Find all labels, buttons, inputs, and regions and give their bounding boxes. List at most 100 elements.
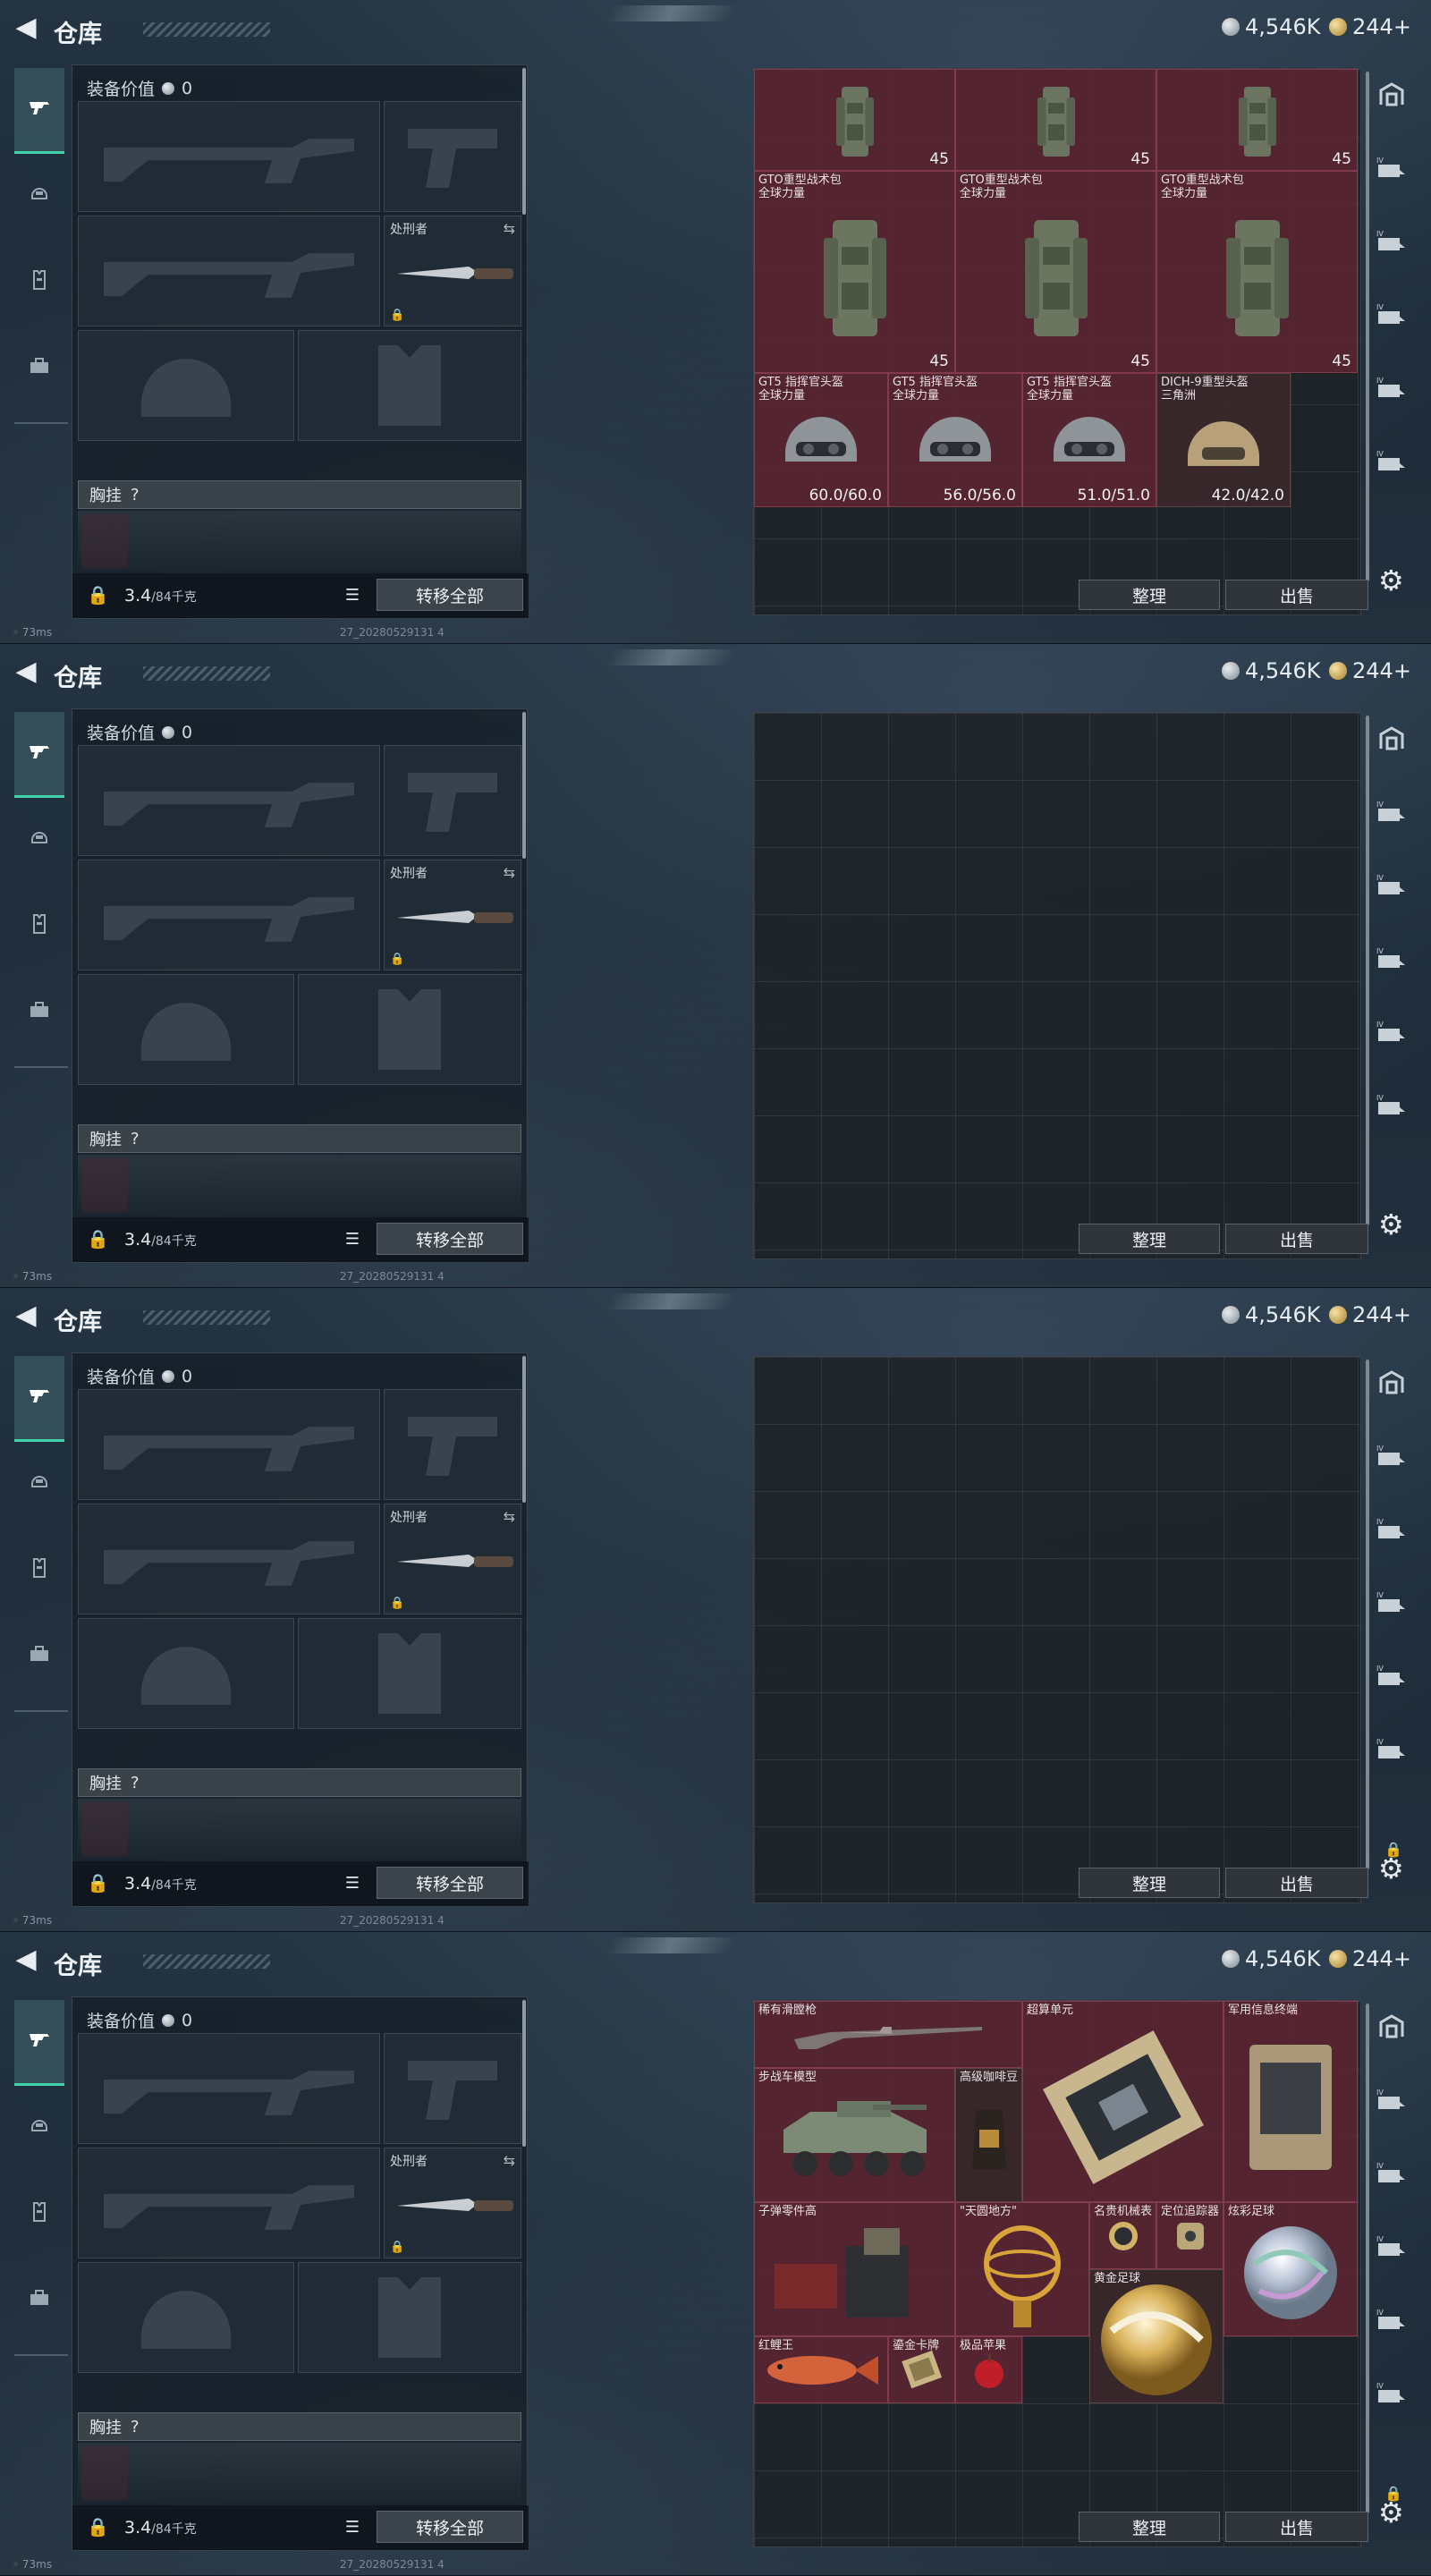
gear-icon[interactable]: ⚙	[1378, 564, 1404, 597]
tab-armor[interactable]	[14, 240, 64, 326]
rail-box-icon[interactable]: IV	[1374, 941, 1410, 977]
storage-item-fish[interactable]: 红鲤王	[754, 2336, 888, 2403]
rail-box-icon[interactable]: IV	[1374, 150, 1410, 186]
storage-item-tracker[interactable]: 定位追踪器	[1156, 2202, 1224, 2269]
rail-box-icon[interactable]: IV	[1374, 2376, 1410, 2411]
sell-button[interactable]: 出售	[1225, 2512, 1368, 2542]
pistol-slot[interactable]	[384, 101, 521, 212]
storage-item-sphere-gold[interactable]: "天圆地方"	[955, 2202, 1089, 2336]
storage-item-pack-top[interactable]: 45	[955, 69, 1156, 171]
silver-currency[interactable]: 4,546K	[1222, 14, 1320, 39]
sort-button[interactable]: 整理	[1079, 580, 1220, 610]
list-icon[interactable]: ☰	[339, 1226, 366, 1253]
rail-home-icon[interactable]	[1374, 721, 1410, 757]
primary-weapon-slot[interactable]	[78, 2033, 380, 2144]
rail-box-icon[interactable]: IV	[1374, 2302, 1410, 2338]
loadout-scrollbar[interactable]	[522, 1356, 526, 1503]
storage-item-rifle[interactable]: 稀有滑膛枪	[754, 2001, 1022, 2068]
helmet-slot[interactable]	[78, 2262, 294, 2373]
chest-rig-slot[interactable]	[81, 514, 128, 568]
tab-helmet[interactable]	[14, 154, 64, 240]
helmet-slot[interactable]	[78, 330, 294, 441]
storage-item-parts[interactable]: 子弹零件高	[754, 2202, 955, 2336]
pistol-slot[interactable]	[384, 745, 521, 856]
gold-currency[interactable]: 244 +	[1329, 14, 1411, 39]
rail-home-icon[interactable]	[1374, 2009, 1410, 2045]
rail-box-icon[interactable]: IV	[1374, 444, 1410, 479]
primary-weapon-slot[interactable]	[78, 745, 380, 856]
chest-rig-header[interactable]: 胸挂 ?	[78, 1768, 521, 1797]
pistol-slot[interactable]	[384, 1389, 521, 1500]
melee-slot[interactable]: 处刑者 ⇆ 🔒	[384, 2148, 521, 2258]
silver-currency[interactable]: 4,546K	[1222, 1302, 1320, 1327]
gold-currency[interactable]: 244 +	[1329, 1302, 1411, 1327]
tab-armor[interactable]	[14, 1528, 64, 1614]
add-currency-button[interactable]: +	[1393, 14, 1411, 39]
add-currency-button[interactable]: +	[1393, 1302, 1411, 1327]
loadout-scrollbar[interactable]	[522, 712, 526, 859]
helmet-slot[interactable]	[78, 1618, 294, 1729]
storage-item-helmet[interactable]: GT5 指挥官头盔 全球力量 56.0/56.0	[888, 373, 1022, 507]
tab-case[interactable]	[14, 970, 64, 1055]
chest-rig-header[interactable]: 胸挂 ?	[78, 1124, 521, 1153]
rail-box-icon[interactable]: IV	[1374, 1512, 1410, 1547]
storage-item-pack[interactable]: GTO重型战术包 全球力量 45	[955, 171, 1156, 373]
storage-scrollbar[interactable]	[1366, 716, 1369, 1225]
secondary-weapon-slot[interactable]	[78, 1504, 380, 1614]
gold-currency[interactable]: 244 +	[1329, 658, 1411, 683]
storage-item-ball-gold[interactable]: 黄金足球	[1089, 2269, 1224, 2403]
rail-home-icon[interactable]	[1374, 1365, 1410, 1401]
secondary-weapon-slot[interactable]	[78, 2148, 380, 2258]
tab-armor[interactable]	[14, 2172, 64, 2258]
sort-button[interactable]: 整理	[1079, 1868, 1220, 1898]
storage-item-pack[interactable]: GTO重型战术包 全球力量 45	[1156, 171, 1358, 373]
tab-armor[interactable]	[14, 884, 64, 970]
rail-box-icon[interactable]: IV	[1374, 794, 1410, 830]
gold-currency[interactable]: 244 +	[1329, 1946, 1411, 1971]
melee-slot[interactable]: 处刑者 ⇆ 🔒	[384, 1504, 521, 1614]
transfer-all-button[interactable]: 转移全部	[377, 2511, 523, 2543]
sort-button[interactable]: 整理	[1079, 2512, 1220, 2542]
rail-home-icon[interactable]	[1374, 77, 1410, 113]
chest-rig-slot[interactable]	[81, 1158, 128, 1212]
sell-button[interactable]: 出售	[1225, 1224, 1368, 1254]
armor-slot[interactable]	[298, 330, 521, 441]
storage-item-ball-color[interactable]: 炫彩足球	[1224, 2202, 1358, 2336]
rail-box-icon[interactable]: IV	[1374, 1732, 1410, 1767]
add-currency-button[interactable]: +	[1393, 658, 1411, 683]
storage-scrollbar[interactable]	[1366, 2004, 1369, 2513]
armor-slot[interactable]	[298, 1618, 521, 1729]
loadout-scrollbar[interactable]	[522, 68, 526, 215]
storage-scrollbar[interactable]	[1366, 1360, 1369, 1869]
storage-item-watch[interactable]: 名贵机械表	[1089, 2202, 1156, 2269]
storage-item-helmet[interactable]: GT5 指挥官头盔 全球力量 60.0/60.0	[754, 373, 888, 507]
add-currency-button[interactable]: +	[1393, 1946, 1411, 1971]
gear-icon[interactable]: ⚙	[1378, 1208, 1404, 1241]
swap-icon[interactable]: ⇆	[504, 1508, 515, 1525]
tab-weapons[interactable]	[14, 68, 64, 154]
chest-rig-help[interactable]: ?	[131, 1130, 140, 1148]
primary-weapon-slot[interactable]	[78, 1389, 380, 1500]
swap-icon[interactable]: ⇆	[504, 220, 515, 237]
storage-item-chip[interactable]: 超算单元	[1022, 2001, 1224, 2202]
storage-item-pack[interactable]: GTO重型战术包 全球力量 45	[754, 171, 955, 373]
pistol-slot[interactable]	[384, 2033, 521, 2144]
tab-case[interactable]	[14, 1614, 64, 1699]
secondary-weapon-slot[interactable]	[78, 860, 380, 970]
tab-helmet[interactable]	[14, 798, 64, 884]
melee-slot[interactable]: 处刑者 ⇆ 🔒	[384, 216, 521, 326]
tab-helmet[interactable]	[14, 1442, 64, 1528]
rail-box-icon[interactable]: IV	[1374, 1088, 1410, 1123]
rail-box-icon[interactable]: IV	[1374, 1658, 1410, 1694]
secondary-weapon-slot[interactable]	[78, 216, 380, 326]
tab-case[interactable]	[14, 326, 64, 411]
rail-box-icon[interactable]: IV	[1374, 2156, 1410, 2191]
storage-item-terminal[interactable]: 军用信息终端	[1224, 2001, 1358, 2202]
gear-icon[interactable]: ⚙	[1378, 1852, 1404, 1885]
rail-box-icon[interactable]: IV	[1374, 2229, 1410, 2265]
helmet-slot[interactable]	[78, 974, 294, 1085]
armor-slot[interactable]	[298, 974, 521, 1085]
rail-box-icon[interactable]: IV	[1374, 297, 1410, 333]
armor-slot[interactable]	[298, 2262, 521, 2373]
tab-helmet[interactable]	[14, 2086, 64, 2172]
